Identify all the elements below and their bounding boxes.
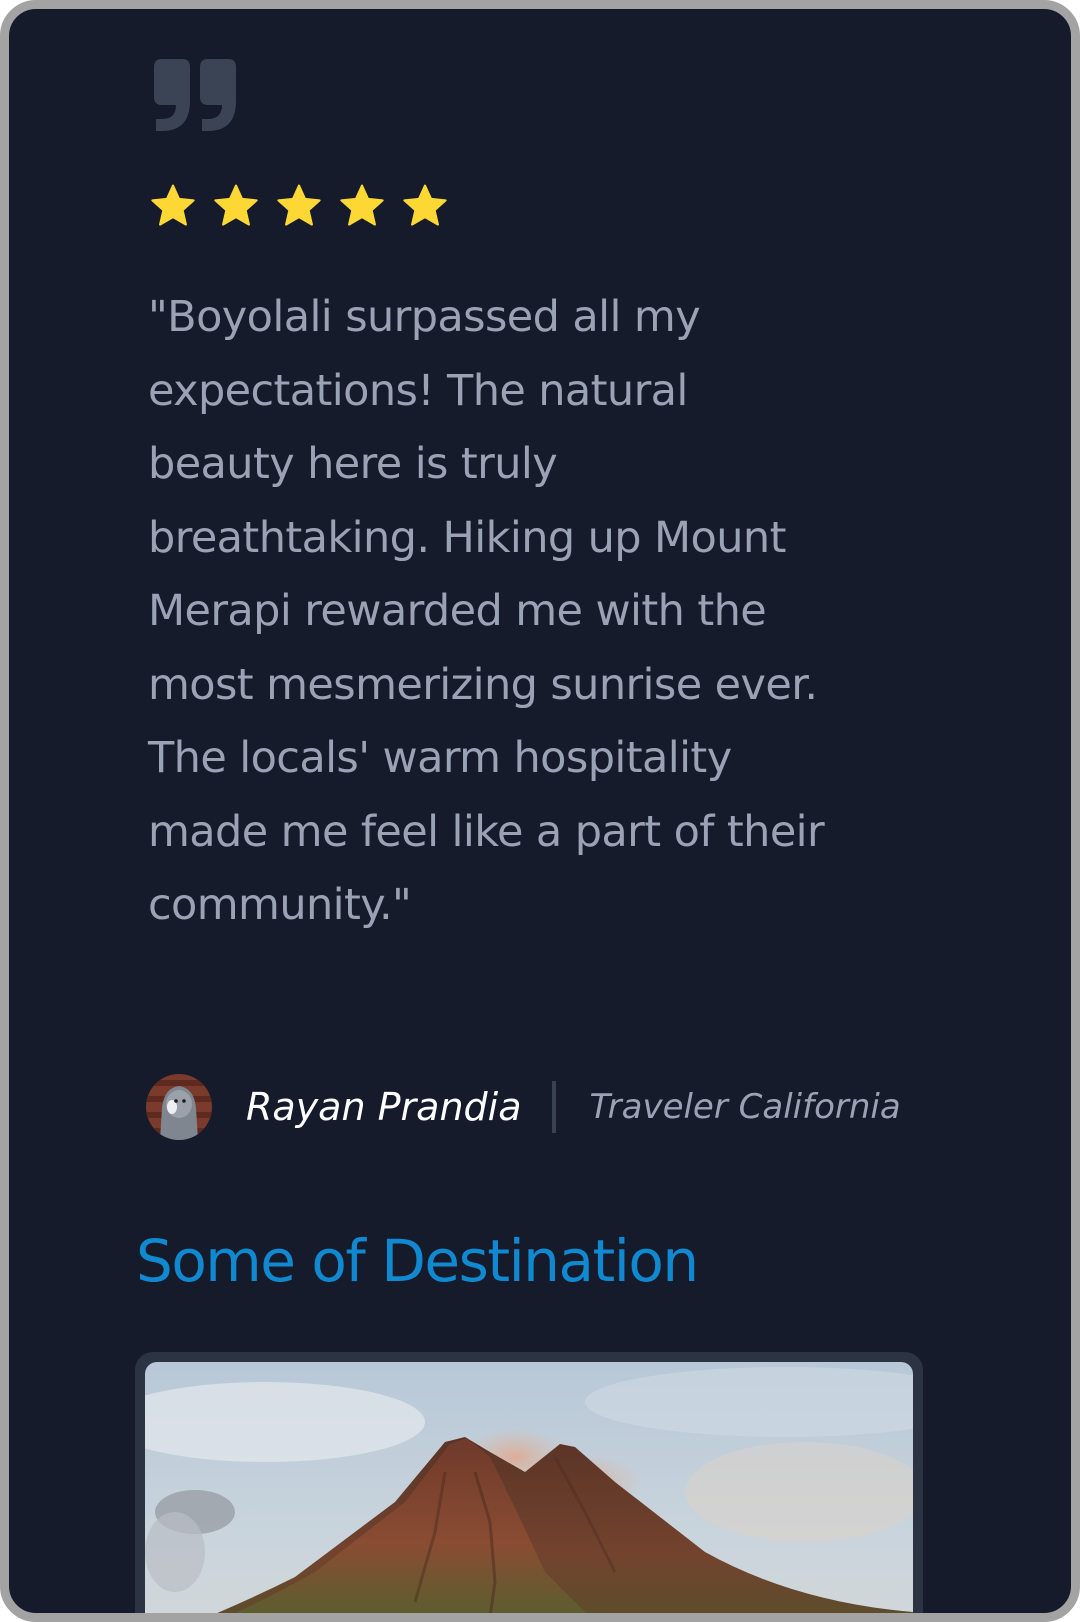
- author-info: Rayan Prandia Traveler California: [146, 1073, 901, 1141]
- destination-image: [145, 1362, 913, 1613]
- star-icon: [277, 184, 321, 226]
- divider: [551, 1081, 556, 1133]
- avatar: [146, 1074, 212, 1140]
- author-role: Traveler California: [589, 1087, 901, 1127]
- star-icon: [214, 184, 258, 226]
- testimonial-text: "Boyolali surpassed all my expectations!…: [148, 292, 825, 930]
- star-icon: [403, 184, 447, 226]
- quote-icon: [154, 59, 236, 131]
- star-icon: [340, 184, 384, 226]
- testimonial-screen: "Boyolali surpassed all my expectations!…: [0, 0, 1080, 1622]
- star-icon: [151, 184, 195, 226]
- star-rating: [148, 181, 450, 231]
- author-name: Rayan Prandia: [246, 1085, 522, 1129]
- section-title: Some of Destination: [136, 1227, 699, 1295]
- destination-card[interactable]: [135, 1352, 923, 1613]
